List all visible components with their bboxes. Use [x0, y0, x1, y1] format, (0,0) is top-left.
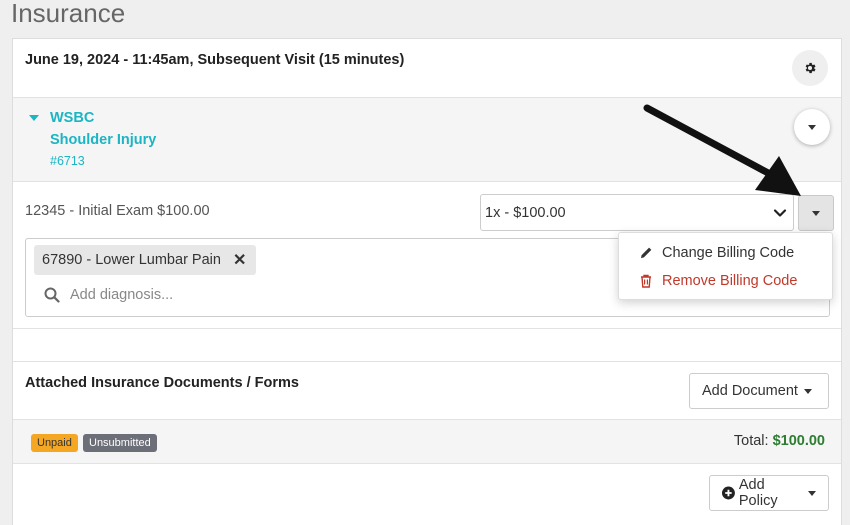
- diagnosis-tag-label: 67890 - Lower Lumbar Pain: [42, 252, 221, 268]
- unsubmitted-badge: Unsubmitted: [83, 434, 157, 452]
- remove-billing-code-item[interactable]: Remove Billing Code: [619, 269, 832, 293]
- caret-down-icon: [812, 210, 820, 216]
- plus-circle-icon: [722, 486, 735, 500]
- settings-button[interactable]: [792, 50, 828, 86]
- diagnosis-tag: 67890 - Lower Lumbar Pain ✕: [34, 245, 257, 275]
- policy-section: Add Policy: [13, 464, 841, 525]
- total: Total: $100.00: [734, 433, 825, 449]
- add-policy-button[interactable]: Add Policy: [709, 475, 829, 511]
- gear-icon: [805, 62, 816, 74]
- change-billing-code-label: Change Billing Code: [662, 245, 795, 261]
- total-amount: $100.00: [772, 433, 825, 449]
- case-detail[interactable]: Shoulder Injury: [50, 132, 156, 148]
- caret-down-icon: [808, 124, 816, 130]
- add-document-button[interactable]: Add Document: [689, 373, 829, 409]
- caret-down-icon[interactable]: [29, 115, 39, 121]
- documents-title: Attached Insurance Documents / Forms: [25, 375, 299, 391]
- documents-section: Attached Insurance Documents / Forms Add…: [13, 362, 841, 420]
- pencil-icon: [640, 247, 652, 259]
- search-icon: [44, 287, 60, 303]
- trash-icon: [641, 274, 651, 288]
- add-policy-label: Add Policy: [738, 477, 778, 509]
- quantity-select[interactable]: 1x - $100.00: [480, 194, 794, 231]
- case-menu-button[interactable]: [794, 109, 830, 145]
- unpaid-badge: Unpaid: [31, 434, 78, 452]
- add-document-label: Add Document: [702, 383, 798, 399]
- chevron-down-icon: [773, 209, 787, 217]
- change-billing-code-item[interactable]: Change Billing Code: [619, 241, 832, 265]
- visit-header: June 19, 2024 - 11:45am, Subsequent Visi…: [13, 39, 841, 98]
- total-label: Total:: [733, 433, 769, 449]
- case-name[interactable]: WSBC: [50, 110, 94, 126]
- billing-code-dropdown: Change Billing Code Remove Billing Code: [618, 232, 833, 300]
- remove-billing-code-label: Remove Billing Code: [662, 273, 798, 289]
- spacer-section: [13, 329, 841, 362]
- billing-code-text: 12345 - Initial Exam $100.00: [25, 203, 210, 219]
- diagnosis-input[interactable]: [70, 287, 470, 303]
- case-section: WSBC Shoulder Injury #6713: [13, 98, 841, 182]
- page-title: Insurance: [11, 0, 126, 28]
- status-section: Unpaid Unsubmitted Total: $100.00: [13, 420, 841, 464]
- quantity-select-value: 1x - $100.00: [485, 204, 566, 221]
- case-number[interactable]: #6713: [50, 154, 85, 168]
- billing-code-menu-button[interactable]: [798, 195, 834, 231]
- caret-down-icon: [808, 490, 816, 496]
- caret-down-icon: [803, 388, 812, 394]
- visit-title: June 19, 2024 - 11:45am, Subsequent Visi…: [25, 52, 405, 68]
- close-icon[interactable]: ✕: [233, 250, 246, 270]
